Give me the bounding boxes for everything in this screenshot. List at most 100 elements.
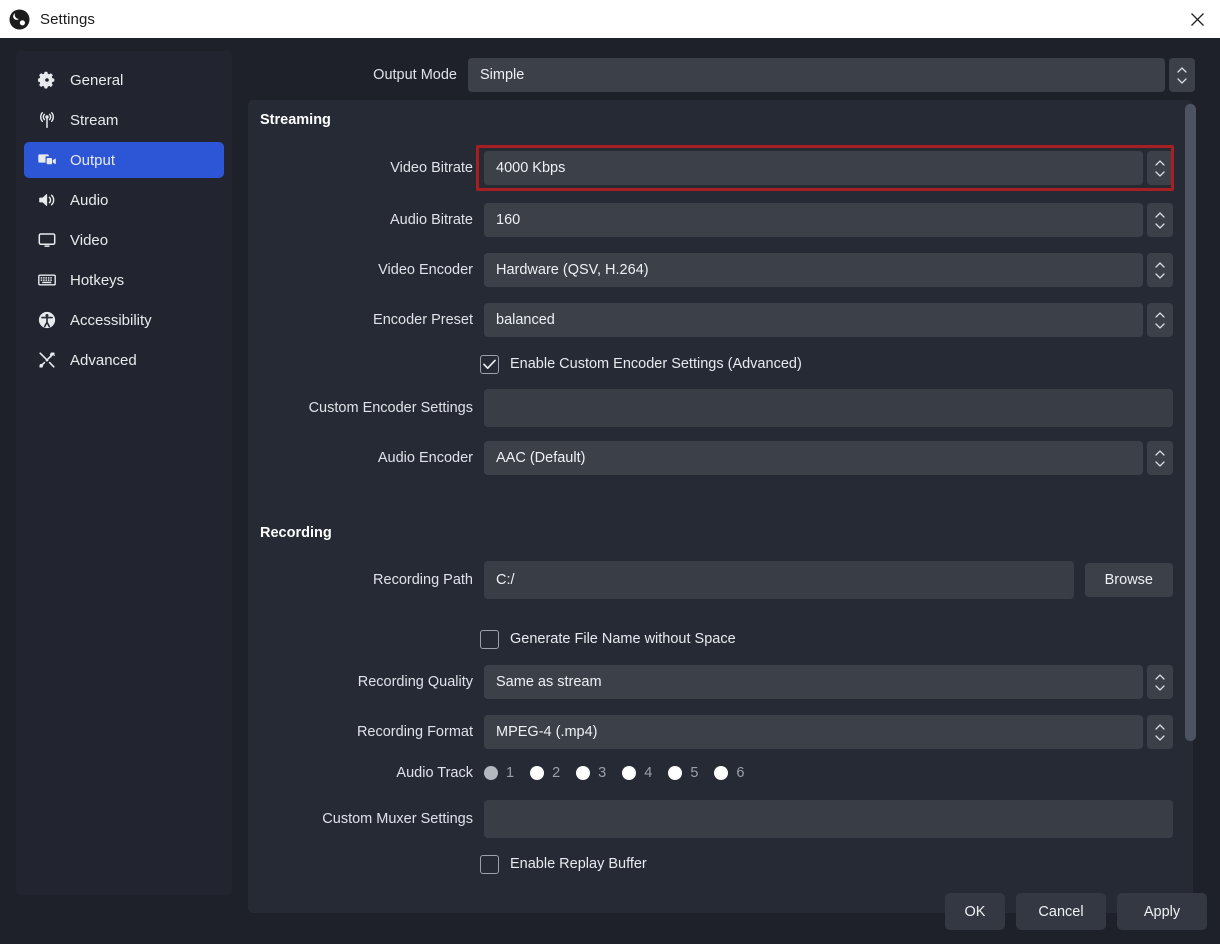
recording-format-spinner[interactable]: [1147, 715, 1173, 749]
settings-content: Output Mode Simple Streaming Video Bitra…: [240, 51, 1205, 913]
generate-no-space-checkbox[interactable]: Generate File Name without Space: [480, 626, 736, 652]
tools-icon: [37, 350, 57, 370]
enable-custom-encoder-label: Enable Custom Encoder Settings (Advanced…: [510, 356, 802, 372]
audio-bitrate-label: Audio Bitrate: [389, 212, 473, 228]
audio-track-radio-group: 1 2 3 4 5 6: [484, 765, 760, 781]
cancel-button[interactable]: Cancel: [1016, 893, 1106, 930]
audio-bitrate-select[interactable]: 160: [484, 203, 1143, 237]
encoder-preset-label: Encoder Preset: [373, 312, 473, 328]
sidebar-item-accessibility[interactable]: Accessibility: [24, 302, 224, 338]
video-bitrate-spinner[interactable]: [1147, 151, 1173, 185]
radio-dot: [668, 766, 683, 780]
audio-track-radio-6[interactable]: 6: [714, 765, 744, 781]
recording-format-label: Recording Format: [356, 724, 473, 740]
radio-dot: [576, 766, 591, 780]
sidebar-item-label: Video: [70, 231, 109, 249]
video-encoder-spinner[interactable]: [1147, 253, 1173, 287]
audio-track-number: 3: [598, 765, 607, 781]
sidebar-item-stream[interactable]: Stream: [24, 102, 224, 138]
video-bitrate-input[interactable]: 4000 Kbps: [484, 151, 1143, 185]
output-mode-spinner[interactable]: [1169, 58, 1195, 92]
broadcast-icon: [37, 110, 57, 130]
keyboard-icon: [37, 270, 57, 290]
recording-path-row: Recording Path C:/ Browse: [248, 561, 1173, 599]
enable-custom-encoder-checkbox[interactable]: Enable Custom Encoder Settings (Advanced…: [480, 351, 802, 377]
recording-quality-label: Recording Quality: [357, 674, 473, 690]
video-bitrate-label: Video Bitrate: [390, 160, 473, 176]
custom-muxer-settings-row: Custom Muxer Settings: [248, 800, 1173, 838]
sidebar-item-label: General: [70, 71, 124, 89]
sidebar-item-output[interactable]: Output: [24, 142, 224, 178]
enable-replay-buffer-label: Enable Replay Buffer: [510, 856, 647, 872]
recording-format-row: Recording Format MPEG-4 (.mp4): [248, 714, 1173, 750]
sidebar-item-label: Stream: [70, 111, 119, 129]
audio-track-label: Audio Track: [396, 765, 473, 781]
settings-window: General Stream Output Audio Video Hotkey…: [0, 38, 1220, 944]
recording-quality-select[interactable]: Same as stream: [484, 665, 1143, 699]
recording-path-label: Recording Path: [373, 572, 473, 588]
close-icon[interactable]: [1174, 0, 1220, 38]
recording-format-select[interactable]: MPEG-4 (.mp4): [484, 715, 1143, 749]
custom-encoder-settings-row: Custom Encoder Settings: [248, 389, 1173, 427]
sidebar-item-hotkeys[interactable]: Hotkeys: [24, 262, 224, 298]
audio-track-row: Audio Track 1 2 3 4 5 6: [248, 760, 1173, 786]
output-mode-select[interactable]: Simple: [468, 58, 1165, 92]
title-bar: Settings: [0, 0, 1220, 38]
browse-button[interactable]: Browse: [1084, 563, 1173, 597]
sidebar-item-label: Accessibility: [70, 311, 152, 329]
video-encoder-select[interactable]: Hardware (QSV, H.264): [484, 253, 1143, 287]
audio-encoder-row: Audio Encoder AAC (Default): [248, 440, 1173, 476]
audio-track-number: 4: [644, 765, 653, 781]
custom-encoder-settings-input[interactable]: [484, 389, 1173, 427]
sidebar-item-audio[interactable]: Audio: [24, 182, 224, 218]
checkbox-box: [480, 354, 499, 374]
output-mode-row: Output Mode Simple: [240, 56, 1195, 94]
generate-no-space-label: Generate File Name without Space: [510, 631, 736, 647]
enable-replay-buffer-checkbox[interactable]: Enable Replay Buffer: [480, 851, 647, 877]
window-title: Settings: [40, 10, 95, 28]
content-scrollbar[interactable]: [1184, 100, 1197, 913]
audio-encoder-select[interactable]: AAC (Default): [484, 441, 1143, 475]
audio-bitrate-spinner[interactable]: [1147, 203, 1173, 237]
sidebar-item-label: Audio: [70, 191, 109, 209]
custom-encoder-settings-label: Custom Encoder Settings: [308, 400, 473, 416]
ok-button[interactable]: OK: [945, 893, 1005, 930]
audio-track-number: 1: [506, 765, 515, 781]
obs-logo-icon: [9, 9, 30, 30]
custom-muxer-settings-input[interactable]: [484, 800, 1173, 838]
sidebar-item-label: Advanced: [70, 351, 137, 369]
streaming-group: Streaming Video Bitrate 4000 Kbps Audio …: [248, 100, 1193, 547]
video-bitrate-row: Video Bitrate 4000 Kbps: [248, 150, 1173, 186]
apply-button[interactable]: Apply: [1117, 893, 1207, 930]
monitor-icon: [37, 230, 57, 250]
audio-encoder-spinner[interactable]: [1147, 441, 1173, 475]
recording-path-input[interactable]: C:/: [484, 561, 1074, 599]
sidebar-item-general[interactable]: General: [24, 62, 224, 98]
recording-quality-spinner[interactable]: [1147, 665, 1173, 699]
scrollbar-thumb[interactable]: [1185, 104, 1196, 741]
audio-track-number: 2: [552, 765, 561, 781]
audio-track-radio-1[interactable]: 1: [484, 765, 514, 781]
audio-track-radio-4[interactable]: 4: [622, 765, 652, 781]
sidebar-item-advanced[interactable]: Advanced: [24, 342, 224, 378]
audio-encoder-label: Audio Encoder: [377, 450, 473, 466]
audio-track-number: 6: [736, 765, 745, 781]
video-encoder-row: Video Encoder Hardware (QSV, H.264): [248, 252, 1173, 288]
recording-group: Recording Recording Path C:/ Browse Gene…: [248, 513, 1193, 913]
encoder-preset-select[interactable]: balanced: [484, 303, 1143, 337]
audio-track-radio-2[interactable]: 2: [530, 765, 560, 781]
accessibility-icon: [37, 310, 57, 330]
recording-quality-row: Recording Quality Same as stream: [248, 664, 1173, 700]
recording-group-title: Recording: [260, 525, 332, 541]
encoder-preset-spinner[interactable]: [1147, 303, 1173, 337]
sidebar-item-label: Output: [70, 151, 116, 169]
video-output-icon: [37, 150, 57, 170]
audio-track-radio-5[interactable]: 5: [668, 765, 698, 781]
sidebar-item-video[interactable]: Video: [24, 222, 224, 258]
audio-track-radio-3[interactable]: 3: [576, 765, 606, 781]
output-mode-label: Output Mode: [373, 67, 457, 83]
audio-track-number: 5: [690, 765, 699, 781]
dialog-buttons: OK Cancel Apply: [945, 893, 1207, 930]
checkbox-box: [480, 629, 499, 649]
custom-muxer-settings-label: Custom Muxer Settings: [322, 811, 473, 827]
